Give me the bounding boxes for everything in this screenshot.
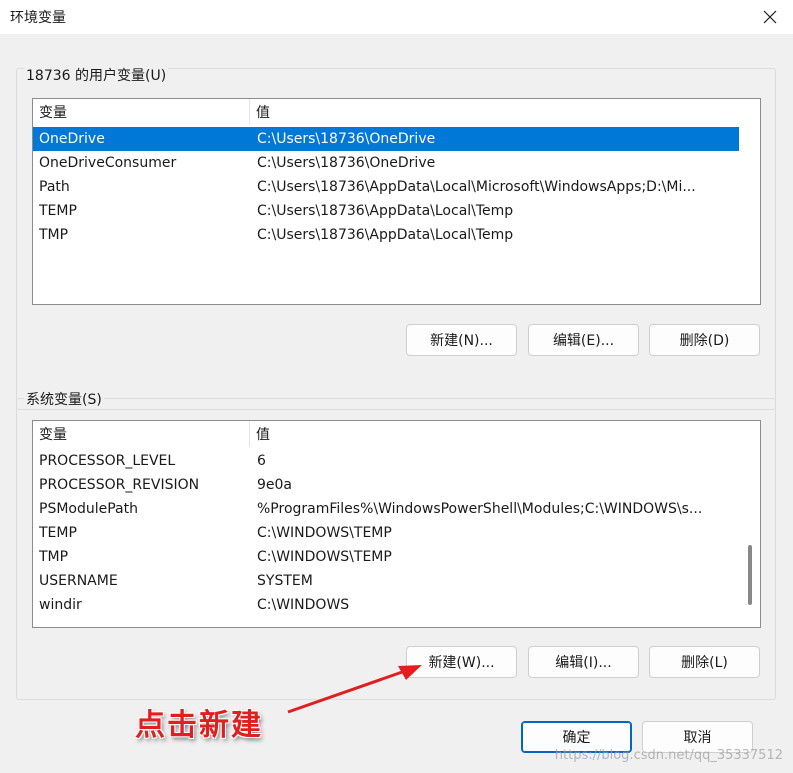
variable-value-cell: C:\Users\18736\AppData\Local\Temp <box>257 227 514 243</box>
variable-value-cell: C:\WINDOWS\TEMP <box>257 525 392 541</box>
variable-value-cell: %ProgramFiles%\WindowsPowerShell\Modules… <box>257 501 703 517</box>
table-row[interactable]: TEMP C:\Users\18736\AppData\Local\Temp <box>33 199 739 223</box>
variable-name-cell: Path <box>39 179 70 195</box>
variable-value-cell: C:\Users\18736\OneDrive <box>257 155 436 171</box>
user-variables-list[interactable]: 变量 值 OneDrive C:\Users\18736\OneDrive OneD… <box>32 98 761 305</box>
variable-value-cell: 6 <box>257 453 266 469</box>
close-icon <box>763 10 777 24</box>
user-new-button[interactable]: 新建(N)... <box>406 324 517 356</box>
watermark: https://blog.csdn.net/qq_35337512 <box>554 748 783 763</box>
table-row[interactable]: USERNAME SYSTEM <box>33 569 739 593</box>
user-edit-button[interactable]: 编辑(E)... <box>528 324 639 356</box>
system-variables-list[interactable]: 变量 值 PROCESSOR_LEVEL 6 PROCESSOR_REVISION 9… <box>32 420 761 628</box>
window-title: 环境变量 <box>10 10 66 26</box>
variable-name-cell: USERNAME <box>39 573 118 589</box>
variable-name-cell: TMP <box>39 549 69 565</box>
table-row[interactable]: PROCESSOR_REVISION 9e0a <box>33 473 739 497</box>
system-edit-button[interactable]: 编辑(I)... <box>528 646 639 678</box>
user-list-scrollbar[interactable] <box>740 99 760 304</box>
user-variables-group-title: 18736 的用户变量(U) <box>24 65 169 85</box>
variable-value-cell: C:\Users\18736\AppData\Local\Temp <box>257 203 514 219</box>
table-row[interactable]: TMP C:\WINDOWS\TEMP <box>33 545 739 569</box>
scrollbar-thumb[interactable] <box>748 545 752 605</box>
table-row[interactable]: TEMP C:\WINDOWS\TEMP <box>33 521 739 545</box>
annotation-label: 点击新建 <box>135 708 263 743</box>
column-header-value[interactable]: 值 <box>250 421 760 447</box>
variable-name-cell: TEMP <box>39 525 77 541</box>
variable-name-cell: PROCESSOR_REVISION <box>39 477 200 493</box>
table-row[interactable]: OneDriveConsumer C:\Users\18736\OneDrive <box>33 151 739 175</box>
variable-value-cell: 9e0a <box>257 477 293 493</box>
variable-name-cell: OneDrive <box>39 131 105 147</box>
table-row[interactable]: PSModulePath %ProgramFiles%\WindowsPowerS… <box>33 497 739 521</box>
title-bar: 环境变量 <box>0 0 793 34</box>
table-row[interactable]: OneDrive C:\Users\18736\OneDrive <box>33 127 739 151</box>
column-header-value[interactable]: 值 <box>250 99 760 125</box>
system-delete-button[interactable]: 删除(L) <box>649 646 760 678</box>
variable-name-cell: OneDriveConsumer <box>39 155 177 171</box>
variable-name-cell: TEMP <box>39 203 77 219</box>
variable-value-cell: SYSTEM <box>257 573 313 589</box>
variable-value-cell: C:\WINDOWS <box>257 597 350 613</box>
system-list-header: 变量 值 <box>33 421 760 447</box>
table-row[interactable]: PROCESSOR_LEVEL 6 <box>33 449 739 473</box>
variable-name-cell: TMP <box>39 227 69 243</box>
annotation-arrow-icon <box>287 665 422 714</box>
variable-name-cell: PROCESSOR_LEVEL <box>39 453 176 469</box>
variable-value-cell: C:\Users\18736\AppData\Local\Microsoft\W… <box>257 179 696 195</box>
system-list-scrollbar[interactable] <box>740 421 760 627</box>
system-variables-group-title: 系统变量(S) <box>24 389 104 409</box>
close-button[interactable] <box>747 0 793 34</box>
column-header-name[interactable]: 变量 <box>33 421 250 447</box>
variable-value-cell: C:\WINDOWS\TEMP <box>257 549 392 565</box>
table-row[interactable]: windir C:\WINDOWS <box>33 593 739 617</box>
user-list-header: 变量 值 <box>33 99 760 125</box>
column-header-name[interactable]: 变量 <box>33 99 250 125</box>
variable-value-cell: C:\Users\18736\OneDrive <box>257 131 436 147</box>
table-row[interactable]: TMP C:\Users\18736\AppData\Local\Temp <box>33 223 739 247</box>
user-delete-button[interactable]: 删除(D) <box>649 324 760 356</box>
variable-name-cell: PSModulePath <box>39 501 138 517</box>
variable-name-cell: windir <box>39 597 82 613</box>
table-row[interactable]: Path C:\Users\18736\AppData\Local\Microso… <box>33 175 739 199</box>
